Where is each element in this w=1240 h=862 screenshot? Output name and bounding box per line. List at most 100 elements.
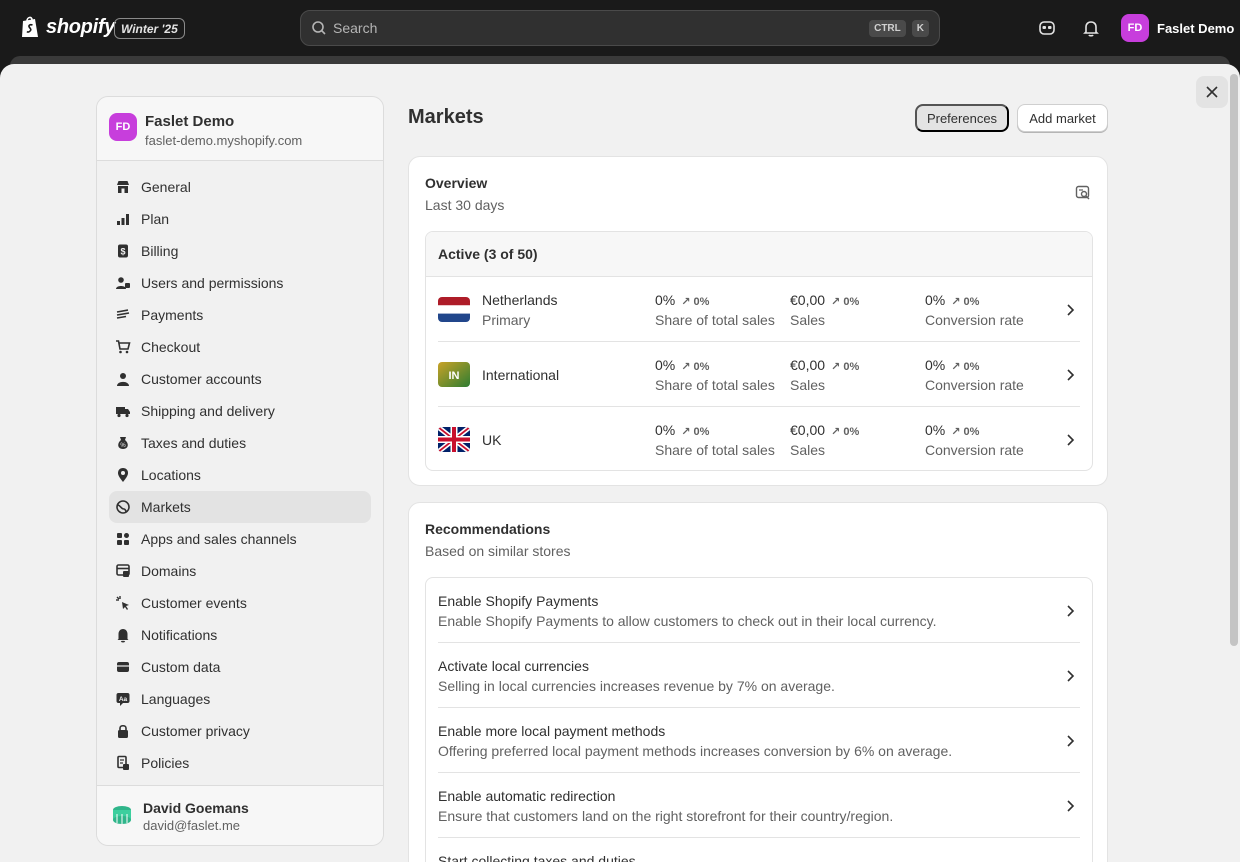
preferences-button[interactable]: Preferences <box>915 104 1009 132</box>
sidebar-item-label: General <box>141 179 191 195</box>
policies-icon <box>117 755 129 770</box>
metric-change: ↗ 0% <box>951 296 980 308</box>
sidebar-item-label: Billing <box>141 243 179 259</box>
metric-label: Sales <box>790 312 826 328</box>
recommendation-title: Enable more local payment methods <box>438 723 666 739</box>
market-name: Netherlands <box>482 292 558 308</box>
sidebar-item-users-and-permissions[interactable]: Users and permissions <box>109 267 371 299</box>
international-badge-text: IN <box>449 370 460 382</box>
store-header[interactable]: FD Faslet Demo faslet-demo.myshopify.com <box>97 97 383 161</box>
sidebar-item-markets[interactable]: Markets <box>109 491 371 523</box>
recommendation-row[interactable]: Enable automatic redirection Ensure that … <box>438 773 1080 838</box>
metric-conversion: 0% ↗ 0% Conversion rate <box>925 422 1024 458</box>
bell-icon[interactable] <box>1081 18 1101 38</box>
user-avatar-icon <box>113 806 131 824</box>
sidebar-item-taxes-and-duties[interactable]: % Taxes and duties <box>109 427 371 459</box>
recommendation-title: Start collecting taxes and duties <box>438 853 636 862</box>
sidekick-icon[interactable] <box>1037 18 1057 38</box>
metric-share: 0% ↗ 0% Share of total sales <box>655 357 775 393</box>
metric-share: 0% ↗ 0% Share of total sales <box>655 292 775 328</box>
person-icon <box>117 373 129 386</box>
recommendation-row[interactable]: Enable more local payment methods Offerin… <box>438 708 1080 773</box>
scrollbar-thumb[interactable] <box>1230 74 1238 646</box>
page-title: Markets <box>408 106 484 128</box>
sidebar-item-label: Policies <box>141 755 190 771</box>
recommendations-title: Recommendations <box>425 521 551 537</box>
sidebar-item-custom-data[interactable]: Custom data <box>109 651 371 683</box>
metric-share: 0% ↗ 0% Share of total sales <box>655 422 775 458</box>
svg-text:%: % <box>120 443 126 449</box>
tax-icon: % <box>118 437 128 449</box>
metric-value: €0,00 <box>790 292 826 308</box>
metric-change: ↗ 0% <box>681 426 710 438</box>
edition-badge[interactable]: Winter '25 <box>114 18 185 39</box>
metric-value: 0% <box>655 422 676 438</box>
recommendation-description: Enable Shopify Payments to allow custome… <box>438 613 937 629</box>
recommendation-description: Ensure that customers land on the right … <box>438 808 894 824</box>
metric-label: Share of total sales <box>655 442 775 458</box>
sidebar-item-apps-and-sales-channels[interactable]: Apps and sales channels <box>109 523 371 555</box>
overview-subtitle: Last 30 days <box>425 197 505 213</box>
metric-label: Conversion rate <box>925 312 1024 328</box>
metric-sales: €0,00 ↗ 0% Sales <box>790 422 859 458</box>
sidebar-item-label: Users and permissions <box>141 275 284 291</box>
sidebar-item-label: Checkout <box>141 339 201 355</box>
chevron-right-icon <box>1067 800 1075 812</box>
analytics-search-icon[interactable] <box>1075 185 1091 201</box>
avatar: FD <box>1121 14 1149 42</box>
settings-sidebar: FD Faslet Demo faslet-demo.myshopify.com… <box>96 96 384 846</box>
sidebar-item-label: Languages <box>141 691 211 707</box>
sidebar-item-label: Shipping and delivery <box>141 403 275 419</box>
user-menu-button[interactable]: FD Faslet Demo <box>1121 14 1234 42</box>
market-row-netherlands[interactable]: Netherlands Primary 0% ↗ 0% Share of tota… <box>438 277 1080 342</box>
metric-change: ↗ 0% <box>831 361 860 373</box>
recommendation-title: Enable automatic redirection <box>438 788 616 804</box>
shopify-logo[interactable]: shopify <box>20 15 115 39</box>
active-markets-list: Active (3 of 50) Netherlands Primary 0% ↗… <box>425 231 1093 471</box>
sidebar-item-customer-privacy[interactable]: Customer privacy <box>109 715 371 747</box>
recommendation-row[interactable]: Start collecting taxes and duties <box>438 838 1080 862</box>
market-name: International <box>482 367 560 383</box>
sidebar-item-notifications[interactable]: Notifications <box>109 619 371 651</box>
sidebar-item-customer-events[interactable]: Customer events <box>109 587 371 619</box>
sidebar-item-policies[interactable]: Policies <box>109 747 371 779</box>
metric-change: ↗ 0% <box>681 296 710 308</box>
shortcut-key-k: K <box>911 19 929 37</box>
sidebar-item-general[interactable]: General <box>109 171 371 203</box>
settings-nav: General Plan $ Billing Users and permissions… <box>97 161 383 789</box>
shopify-bag-icon <box>22 16 38 37</box>
sidebar-item-shipping-and-delivery[interactable]: Shipping and delivery <box>109 395 371 427</box>
recommendation-row[interactable]: Enable Shopify Payments Enable Shopify Pa… <box>438 578 1080 643</box>
search-bar[interactable]: CTRL K <box>300 10 940 46</box>
search-icon <box>312 21 326 35</box>
domains-icon <box>116 564 130 577</box>
market-subtitle: Primary <box>482 312 531 328</box>
market-row-international[interactable]: IN International 0% ↗ 0% Share of total s… <box>438 342 1080 407</box>
plan-icon <box>117 214 129 225</box>
sidebar-item-locations[interactable]: Locations <box>109 459 371 491</box>
add-market-button[interactable]: Add market <box>1017 104 1108 132</box>
market-row-uk[interactable]: UK 0% ↗ 0% Share of total sales €0,00 ↗ 0%… <box>438 407 1080 470</box>
uk-flag-icon <box>438 427 470 452</box>
sidebar-item-label: Payments <box>141 307 204 323</box>
search-input[interactable] <box>333 20 864 36</box>
footer-user-email: david@faslet.me <box>143 818 241 833</box>
sidebar-item-languages[interactable]: Aa Languages <box>109 683 371 715</box>
chevron-right-icon <box>1067 434 1075 446</box>
users-icon <box>116 277 130 289</box>
chevron-right-icon <box>1067 670 1075 682</box>
sidebar-item-billing[interactable]: $ Billing <box>109 235 371 267</box>
sidebar-item-label: Domains <box>141 563 197 579</box>
sidebar-user-footer[interactable]: David Goemans david@faslet.me <box>97 785 383 845</box>
sidebar-item-plan[interactable]: Plan <box>109 203 371 235</box>
globe-icon <box>116 500 130 514</box>
sidebar-item-domains[interactable]: Domains <box>109 555 371 587</box>
sidebar-item-customer-accounts[interactable]: Customer accounts <box>109 363 371 395</box>
sidebar-item-label: Apps and sales channels <box>141 531 297 547</box>
sidebar-item-checkout[interactable]: Checkout <box>109 331 371 363</box>
overview-title: Overview <box>425 175 488 191</box>
metric-label: Share of total sales <box>655 312 775 328</box>
recommendation-row[interactable]: Activate local currencies Selling in loca… <box>438 643 1080 708</box>
close-button[interactable] <box>1196 76 1228 108</box>
sidebar-item-payments[interactable]: Payments <box>109 299 371 331</box>
